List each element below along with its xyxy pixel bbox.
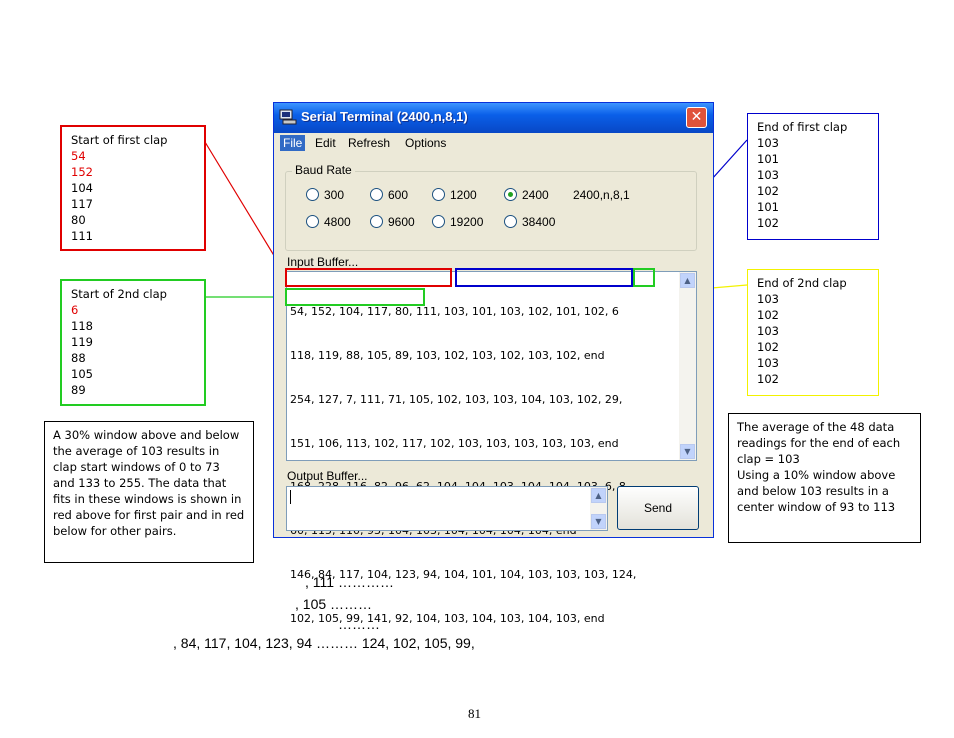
highlight-start-second-clap-b: [285, 288, 425, 306]
input-line: 254, 127, 7, 111, 71, 105, 102, 103, 103…: [290, 392, 623, 406]
scroll-down-icon[interactable]: ▼: [680, 444, 695, 459]
scroll-down-icon[interactable]: ▼: [591, 514, 606, 529]
note-value-red: 152: [71, 165, 93, 179]
note-value: 103: [757, 324, 779, 338]
menu-bar: File Edit Refresh Options: [274, 133, 713, 153]
radio-label: 4800: [324, 215, 351, 229]
window-title: Serial Terminal (2400,n,8,1): [301, 109, 468, 124]
serial-terminal-window: Serial Terminal (2400,n,8,1) ✕ File Edit…: [273, 102, 714, 625]
radio-4800[interactable]: 4800: [306, 215, 351, 229]
note-title: Start of 2nd clap: [71, 287, 167, 301]
note-value-red: 6: [71, 303, 79, 317]
note-value: 102: [757, 184, 779, 198]
radio-300[interactable]: 300: [306, 188, 344, 202]
input-scrollbar[interactable]: ▲ ▼: [679, 272, 696, 460]
note-30-percent-window: A 30% window above and below the average…: [44, 421, 254, 563]
menu-options[interactable]: Options: [402, 135, 449, 151]
output-buffer-label: Output Buffer...: [287, 469, 368, 483]
terminal-icon: [279, 109, 297, 125]
note-value: 103: [757, 292, 779, 306]
input-buffer-label: Input Buffer...: [287, 255, 359, 269]
note-value: 103: [757, 356, 779, 370]
radio-circle-icon: [370, 188, 383, 201]
note-value: 101: [757, 152, 779, 166]
radio-19200[interactable]: 19200: [432, 215, 483, 229]
highlight-end-first-clap: [455, 268, 633, 287]
menu-edit[interactable]: Edit: [312, 135, 339, 151]
note-value: 102: [757, 372, 779, 386]
footer-line: , 84, 117, 104, 123, 94 ……… 124, 102, 10…: [173, 635, 475, 651]
note-start-first-clap: Start of first clap 54 152 104 117 80 11…: [60, 125, 206, 251]
scroll-up-icon[interactable]: ▲: [680, 273, 695, 288]
page-number: 81: [468, 706, 481, 721]
highlight-start-second-clap-a: [633, 268, 655, 287]
radio-circle-icon: [432, 188, 445, 201]
radio-label: 9600: [388, 215, 415, 229]
radio-9600[interactable]: 9600: [370, 215, 415, 229]
baud-rate-label: Baud Rate: [292, 163, 355, 177]
highlight-start-first-clap: [285, 268, 452, 287]
footer-line: , 105 ………: [295, 596, 373, 612]
radio-label: 19200: [450, 215, 484, 229]
note-start-second-clap: Start of 2nd clap 6 118 119 88 105 89: [60, 279, 206, 406]
note-value: 119: [71, 335, 93, 349]
radio-1200[interactable]: 1200: [432, 188, 477, 202]
output-scrollbar[interactable]: ▲ ▼: [590, 487, 607, 530]
output-buffer-textarea[interactable]: ▲ ▼: [286, 486, 608, 531]
radio-38400[interactable]: 38400: [504, 215, 555, 229]
radio-label: 38400: [522, 215, 556, 229]
radio-label: 1200: [450, 188, 477, 202]
close-button[interactable]: ✕: [686, 107, 707, 128]
footer-line: ………: [338, 616, 380, 632]
note-value: 111: [71, 229, 93, 243]
note-10-percent-window: The average of the 48 data readings for …: [728, 413, 921, 543]
radio-circle-icon: [504, 215, 517, 228]
radio-circle-icon: [306, 188, 319, 201]
input-line: 151, 106, 113, 102, 117, 102, 103, 103, …: [290, 436, 619, 450]
footer-line: , 111 …………: [305, 574, 394, 590]
radio-600[interactable]: 600: [370, 188, 408, 202]
note-end-second-clap: End of 2nd clap 103 102 103 102 103 102: [747, 269, 879, 396]
radio-circle-icon: [370, 215, 383, 228]
radio-circle-icon: [432, 215, 445, 228]
note-value: 117: [71, 197, 93, 211]
radio-circle-icon: [306, 215, 319, 228]
note-value: 104: [71, 181, 93, 195]
menu-refresh[interactable]: Refresh: [345, 135, 393, 151]
note-value: 102: [757, 216, 779, 230]
title-bar[interactable]: Serial Terminal (2400,n,8,1) ✕: [274, 103, 713, 133]
radio-label: 600: [388, 188, 409, 202]
note-value: 80: [71, 213, 86, 227]
radio-label: 300: [324, 188, 345, 202]
note-title: Start of first clap: [71, 133, 168, 147]
note-value-red: 54: [71, 149, 86, 163]
note-value: 101: [757, 200, 779, 214]
input-line: 54, 152, 104, 117, 80, 111, 103, 101, 10…: [290, 305, 619, 319]
note-value: 118: [71, 319, 93, 333]
radio-selected-icon: [504, 188, 517, 201]
input-line: 118, 119, 88, 105, 89, 103, 102, 103, 10…: [290, 348, 605, 362]
radio-2400[interactable]: 2400: [504, 188, 549, 202]
menu-file[interactable]: File: [280, 135, 306, 151]
text-caret: [290, 490, 291, 504]
scroll-up-icon[interactable]: ▲: [591, 488, 606, 503]
note-title: End of 2nd clap: [757, 276, 847, 290]
baud-rate-group: 300 600 1200 2400 2400,n,8,1 4800 9600 1…: [285, 171, 697, 251]
note-value: 89: [71, 383, 86, 397]
note-value: 88: [71, 351, 86, 365]
baud-status-text: 2400,n,8,1: [573, 188, 630, 202]
note-end-first-clap: End of first clap 103 101 103 102 101 10…: [747, 113, 879, 240]
note-title: End of first clap: [757, 120, 848, 134]
note-value: 102: [757, 340, 779, 354]
note-value: 103: [757, 136, 779, 150]
note-value: 103: [757, 168, 779, 182]
radio-label: 2400: [522, 188, 549, 202]
send-button[interactable]: Send: [617, 486, 699, 530]
note-value: 105: [71, 367, 93, 381]
note-value: 102: [757, 308, 779, 322]
